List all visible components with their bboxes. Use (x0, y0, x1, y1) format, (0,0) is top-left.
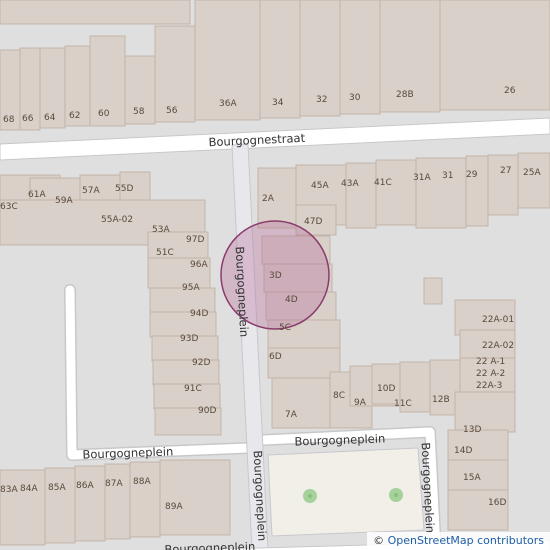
house-number: 86A (76, 481, 94, 491)
house-number: 60 (98, 109, 110, 119)
house-number: 63C (0, 202, 18, 212)
buildings-north (0, 0, 550, 131)
house-number: 97D (186, 235, 204, 245)
house-number: 9A (354, 398, 367, 408)
house-number: 51C (156, 248, 174, 258)
house-number: 25A (523, 168, 541, 178)
house-number: 55A-02 (101, 215, 133, 225)
house-number: 53A (152, 225, 170, 235)
buildings-south-west (0, 459, 231, 546)
house-number: 61A (28, 190, 46, 200)
house-number: 2A (262, 194, 275, 204)
house-number: 11C (394, 399, 412, 409)
house-number: 58 (133, 107, 145, 117)
house-number: 4D (285, 295, 298, 305)
house-number: 92D (192, 358, 210, 368)
house-number: 31 (442, 171, 453, 181)
house-number: 3D (269, 271, 282, 281)
house-number: 83A (0, 485, 18, 495)
house-number: 43A (341, 179, 359, 189)
house-number: 7A (285, 410, 298, 420)
house-number: 22A-3 (476, 381, 502, 391)
house-number: 47D (304, 217, 322, 227)
house-number: 26 (504, 86, 516, 96)
house-number: 55D (115, 184, 133, 194)
house-number: 29 (466, 170, 478, 180)
house-number: 68 (3, 115, 15, 125)
house-number: 22A-01 (482, 315, 514, 325)
house-number: 85A (48, 483, 66, 493)
house-number: 89A (165, 502, 183, 512)
house-number: 22A-02 (482, 341, 514, 351)
house-number: 64 (44, 113, 56, 123)
house-number: 84A (20, 484, 38, 494)
map-attribution: © OpenStreetMap contributors (367, 532, 550, 550)
house-number: 45A (311, 181, 329, 191)
house-number: 13D (463, 425, 481, 435)
house-number: 62 (69, 111, 80, 121)
copyright-symbol: © (373, 534, 388, 547)
house-number: 22 A-2 (476, 369, 505, 379)
house-number: 41C (374, 178, 392, 188)
house-number: 57A (82, 186, 100, 196)
house-number: 30 (349, 93, 361, 103)
house-number: 94D (190, 309, 208, 319)
house-number: 12B (432, 395, 450, 405)
house-number: 95A (182, 283, 200, 293)
map-canvas[interactable]: Bourgognestraat Bourgogneplein Bourgogne… (0, 0, 550, 550)
park-square (267, 447, 425, 537)
house-number: 87A (105, 479, 123, 489)
house-number: 56 (166, 106, 178, 116)
house-number: 36A (219, 99, 237, 109)
house-number: 88A (133, 477, 151, 487)
house-number: 34 (272, 98, 284, 108)
house-number: 91C (184, 384, 202, 394)
house-number: 96A (190, 260, 208, 270)
osm-contributors-link[interactable]: OpenStreetMap contributors (388, 534, 544, 547)
house-number: 10D (377, 384, 395, 394)
house-number: 31A (413, 173, 431, 183)
house-number: 59A (55, 196, 73, 206)
house-number: 5C (279, 323, 291, 333)
house-number: 27 (500, 166, 511, 176)
house-number: 90D (198, 406, 216, 416)
house-number: 66 (22, 114, 34, 124)
house-number: 6D (269, 352, 282, 362)
house-number: 15A (463, 473, 481, 483)
house-number: 16D (488, 498, 506, 508)
house-number: 8C (333, 391, 345, 401)
house-number: 32 (316, 95, 327, 105)
house-number: 93D (180, 334, 198, 344)
house-number: 14D (454, 446, 472, 456)
house-number: 28B (396, 90, 414, 100)
house-number: 22 A-1 (476, 357, 505, 367)
